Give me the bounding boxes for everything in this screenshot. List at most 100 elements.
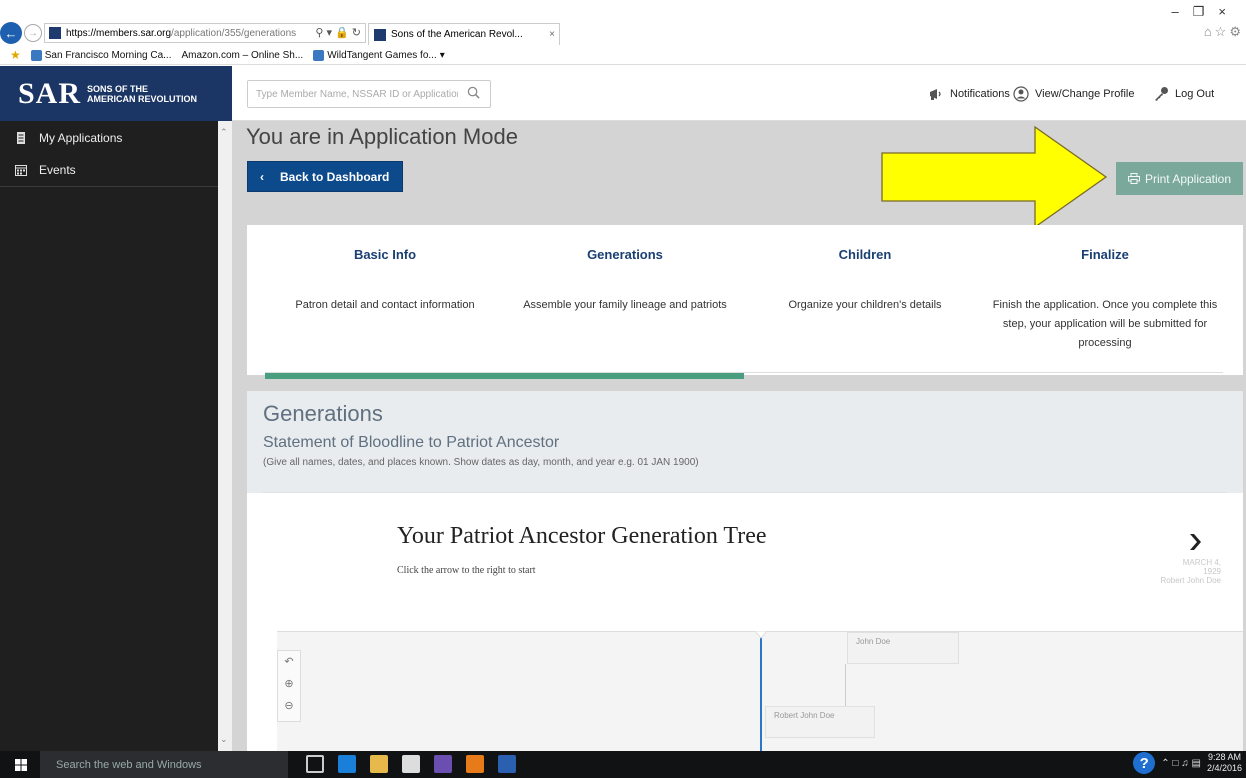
site-header: SAR SONS OF THE AMERICAN REVOLUTION Noti… [0, 66, 1246, 121]
document-icon [17, 131, 25, 144]
app-icon[interactable] [434, 755, 452, 773]
printer-icon [1127, 173, 1140, 184]
profile-label: View/Change Profile [1035, 88, 1135, 100]
address-bar-icons[interactable]: ⚲ ▾ 🔒 ↻ [315, 26, 361, 39]
member-search [247, 80, 491, 108]
favorites-bar: ★ San Francisco Morning Ca... Amazon.com… [0, 46, 1246, 65]
tree-canvas[interactable]: ↶ ⊕ ⊖ John Doe Robert John Doe [277, 631, 1243, 751]
notifications-link[interactable]: Notifications [928, 86, 1010, 102]
windows-taskbar: Search the web and Windows ? ⌃ □ ♫ ▤ 9:2… [0, 751, 1246, 778]
step-basic-info[interactable]: Basic Info Patron detail and contact inf… [265, 225, 505, 315]
tree-timeline [760, 632, 762, 751]
chevron-left-icon: ‹ [260, 169, 264, 184]
taskbar-apps [306, 755, 516, 773]
member-search-input[interactable] [248, 81, 458, 107]
generations-instructions: (Give all names, dates, and places known… [263, 457, 699, 468]
step-title: Basic Info [353, 247, 417, 262]
person-node-robert-john-doe[interactable]: Robert John Doe [765, 706, 875, 738]
page-title: You are in Application Mode [246, 124, 518, 149]
notifications-label: Notifications [950, 88, 1010, 100]
favorites-star-icon[interactable]: ★ [10, 48, 21, 62]
person-node-john-doe[interactable]: John Doe [847, 632, 959, 664]
window-controls[interactable]: –❐× [1172, 4, 1240, 20]
megaphone-icon [930, 89, 941, 100]
tree-hint: Click the arrow to the right to start [397, 565, 536, 576]
browser-home-star-gear-icons[interactable]: ⌂☆⚙ [1204, 24, 1244, 40]
step-children[interactable]: Children Organize your children's detail… [745, 225, 985, 315]
browser-back-button[interactable]: ← [0, 22, 22, 44]
chevron-right-icon[interactable] [1188, 533, 1202, 551]
url-host: https://members.sar.org [66, 27, 172, 39]
sidebar-item-events[interactable]: Events [0, 154, 232, 187]
taskbar-search[interactable]: Search the web and Windows [40, 751, 288, 778]
generations-heading: Generations [263, 401, 383, 426]
tray-icons[interactable]: ⌃ □ ♫ ▤ [1161, 758, 1201, 769]
browser-tab[interactable]: Sons of the American Revol... × [368, 23, 560, 45]
step-finalize[interactable]: Finalize Finish the application. Once yo… [985, 225, 1225, 353]
scroll-down-icon[interactable]: ⌄ [220, 734, 228, 745]
main-content: You are in Application Mode ‹ Back to Da… [232, 121, 1246, 751]
step-description: Assemble your family lineage and patriot… [523, 299, 727, 311]
edge-icon[interactable] [338, 755, 356, 773]
sidebar-scrollbar[interactable]: ⌃ ⌄ [218, 121, 232, 751]
back-to-dashboard-button[interactable]: ‹ Back to Dashboard [247, 161, 403, 192]
zoom-out-icon[interactable]: ⊖ [278, 695, 300, 717]
scroll-up-icon[interactable]: ⌃ [220, 127, 228, 138]
back-to-dashboard-label: Back to Dashboard [280, 169, 390, 184]
user-circle-icon [1013, 86, 1029, 102]
task-view-icon[interactable] [306, 755, 324, 773]
log-out-link[interactable]: Log Out [1153, 86, 1214, 102]
favorite-item[interactable]: San Francisco Morning Ca... [30, 49, 171, 61]
print-application-button[interactable]: Print Application [1116, 162, 1243, 195]
tab-close-icon[interactable]: × [549, 29, 555, 40]
tab-favicon-icon [374, 28, 386, 41]
favorite-item[interactable]: Amazon.com – Online Sh... [181, 50, 303, 61]
zoom-in-icon[interactable]: ⊕ [278, 673, 300, 695]
step-generations[interactable]: Generations Assemble your family lineage… [505, 225, 745, 315]
annotation-arrow-icon [881, 125, 1108, 229]
step-title: Children [838, 247, 892, 262]
patriot-date-label: MARCH 4, 1929 Robert John Doe [1160, 558, 1221, 585]
timeline-notch-icon [755, 631, 767, 639]
site-favicon-icon [49, 27, 61, 39]
application-steps: Basic Info Patron detail and contact inf… [247, 225, 1243, 379]
word-icon[interactable] [498, 755, 516, 773]
file-explorer-icon[interactable] [370, 755, 388, 773]
sidebar-item-label: My Applications [39, 130, 123, 145]
store-icon[interactable] [402, 755, 420, 773]
calendar-icon [15, 165, 27, 176]
browser-forward-button[interactable]: → [24, 24, 42, 42]
sidebar-item-my-applications[interactable]: My Applications [0, 121, 232, 154]
logo-main-text: SAR [18, 76, 82, 110]
generation-tree-card: Your Patriot Ancestor Generation Tree Cl… [247, 493, 1243, 751]
browser-toolbar: ← → https://members.sar.org/application/… [0, 0, 1246, 46]
address-bar[interactable]: https://members.sar.org/application/355/… [44, 23, 366, 43]
step-progress-bar [265, 373, 744, 379]
generations-panel: Generations Statement of Bloodline to Pa… [247, 391, 1243, 751]
step-title: Generations [587, 247, 663, 262]
print-application-label: Print Application [1144, 171, 1232, 186]
undo-arrow-icon[interactable]: ↶ [278, 651, 300, 673]
clock[interactable]: 9:28 AM 2/4/2016 [1207, 752, 1242, 774]
tree-zoom-controls: ↶ ⊕ ⊖ [277, 650, 301, 722]
windows-start-icon[interactable] [15, 759, 27, 771]
step-description: Finish the application. Once you complet… [992, 299, 1218, 349]
logo-sub-text: SONS OF THE AMERICAN REVOLUTION [87, 83, 198, 104]
ie-page-icon [30, 49, 42, 61]
key-icon [1155, 87, 1168, 101]
step-description: Organize your children's details [788, 299, 942, 311]
step-description: Patron detail and contact information [295, 299, 475, 311]
favorite-item[interactable]: WildTangent Games fo... ▾ [313, 49, 445, 61]
url-path: /application/355/generations [171, 27, 297, 39]
tab-title: Sons of the American Revol... [391, 29, 523, 40]
outlook-icon[interactable] [466, 755, 484, 773]
sidebar: My Applications Events ⌃ ⌄ [0, 121, 232, 751]
help-icon[interactable]: ? [1133, 752, 1156, 774]
search-icon[interactable] [467, 86, 480, 99]
view-change-profile-link[interactable]: View/Change Profile [1013, 86, 1134, 102]
generations-subheading: Statement of Bloodline to Patriot Ancest… [263, 434, 560, 451]
tree-connector [845, 664, 846, 706]
ie-page-icon [313, 49, 325, 61]
tree-title: Your Patriot Ancestor Generation Tree [397, 523, 767, 549]
sar-logo[interactable]: SAR SONS OF THE AMERICAN REVOLUTION [0, 66, 232, 121]
